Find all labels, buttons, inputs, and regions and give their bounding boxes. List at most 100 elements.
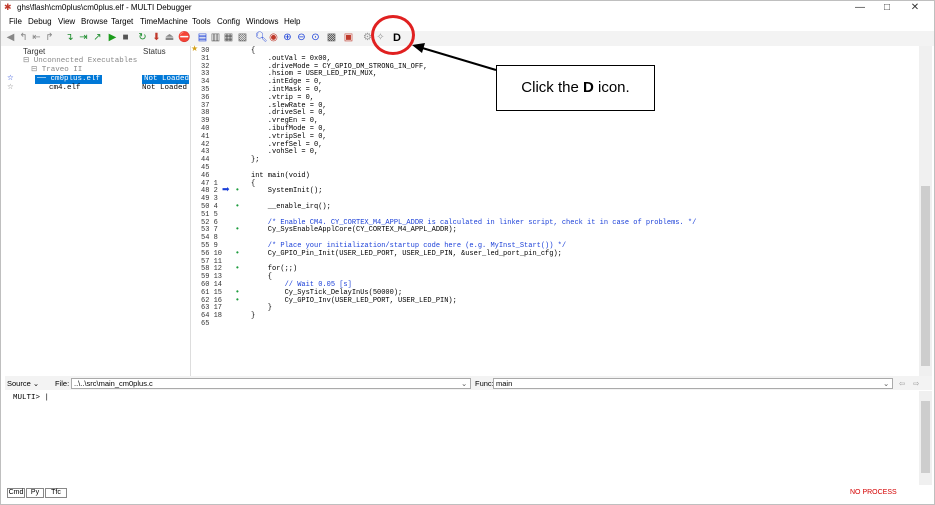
- close-button[interactable]: ✕: [901, 1, 929, 15]
- menu-target[interactable]: Target: [111, 17, 133, 27]
- target-row[interactable]: ⊟ Unconnected Executables: [5, 57, 191, 66]
- tab-tfc[interactable]: Tfc: [45, 488, 67, 498]
- title-bar: ✱ ghs\flash\cm0plus\cm0plus.elf - MULTI …: [1, 1, 934, 15]
- col-target-header[interactable]: Target: [23, 47, 45, 56]
- file-field[interactable]: ..\..\src\main_cm0plus.c: [71, 378, 471, 389]
- memory-icon[interactable]: ▣: [343, 32, 354, 44]
- code-line: };: [251, 156, 260, 165]
- source-bar: Source ⌄ File: ..\..\src\main_cm0plus.c …: [5, 376, 932, 390]
- target-row[interactable]: ⊟ Traveo II: [5, 66, 191, 75]
- instruction-callout: Click the D icon.: [496, 65, 655, 111]
- callout-prefix: Click the: [521, 79, 583, 96]
- cmd-prompt: MULTI> |: [13, 394, 50, 402]
- toolbar: ◀ ↰ ⇤ ↱ ↴ ⇥ ↗ ▶ ■ ↻ ⬇ ⏏ ⛔ ▤ ▥ ▦ ▧ 🔍︎ ◉ ⊕…: [1, 31, 934, 46]
- target-name: ⊟ Traveo II: [31, 66, 83, 74]
- source-view-icon[interactable]: ▤: [197, 32, 208, 44]
- target-row-selected[interactable]: ☆ ── cm0plus.elf Not Loaded: [5, 75, 191, 84]
- func-field[interactable]: main: [493, 378, 893, 389]
- step-over-icon[interactable]: ⇥: [78, 32, 89, 44]
- nav-forward-icon[interactable]: ⇨: [913, 378, 919, 389]
- halt-icon[interactable]: ■: [120, 32, 131, 44]
- breakpoints-list-icon[interactable]: ▧: [237, 32, 248, 44]
- star-icon[interactable]: ☆: [7, 75, 14, 84]
- target-name-text: cm0plus.elf: [50, 75, 101, 83]
- scrollbar-thumb[interactable]: [921, 186, 930, 366]
- breakpoint-marker-icon[interactable]: •: [235, 203, 240, 211]
- run-icon[interactable]: ▶: [107, 32, 118, 44]
- zoom-in-icon[interactable]: ⊕: [282, 32, 293, 44]
- step-out-icon[interactable]: ↱: [44, 32, 55, 44]
- cmd-prompt-text: MULTI>: [13, 394, 41, 402]
- restart-icon[interactable]: ↻: [137, 32, 148, 44]
- menu-file[interactable]: File: [9, 17, 22, 27]
- target-name: ── cm0plus.elf: [35, 75, 103, 84]
- window-title: ghs\flash\cm0plus\cm0plus.elf - MULTI De…: [17, 3, 192, 12]
- source-select[interactable]: Source ⌄: [7, 378, 51, 389]
- star-icon[interactable]: ☆: [7, 84, 14, 93]
- chevron-down-icon[interactable]: ⌄: [883, 378, 889, 389]
- code-line: int main(void): [251, 171, 310, 180]
- breakpoint-icon[interactable]: ⛔: [178, 32, 190, 44]
- scrollbar-thumb[interactable]: [921, 401, 930, 473]
- menu-timemachine[interactable]: TimeMachine: [140, 17, 188, 27]
- nav-back-icon[interactable]: ⇦: [899, 378, 905, 389]
- command-pane[interactable]: MULTI> |: [5, 391, 919, 485]
- col-status-header[interactable]: Status: [143, 47, 166, 56]
- source-select-label: Source: [7, 379, 31, 388]
- breakpoint-marker-icon[interactable]: •: [235, 296, 240, 305]
- chevron-down-icon[interactable]: ⌄: [461, 378, 467, 389]
- menu-config[interactable]: Config: [217, 17, 240, 27]
- back-icon[interactable]: ◀: [5, 32, 16, 44]
- minimize-button[interactable]: —: [846, 1, 874, 15]
- step-into-icon[interactable]: ↴: [64, 32, 75, 44]
- step-back-icon[interactable]: ↰: [18, 32, 29, 44]
- current-line-arrow-icon: ➡: [222, 185, 230, 196]
- breakpoint-marker-icon[interactable]: •: [235, 187, 240, 195]
- registers-icon[interactable]: ▩: [326, 32, 337, 44]
- connect-icon[interactable]: ⏏: [164, 32, 175, 44]
- code-line: __enable_irq();: [251, 203, 331, 211]
- tab-cmd[interactable]: Cmd: [7, 488, 25, 498]
- breakpoint-marker-icon[interactable]: •: [235, 249, 240, 258]
- step-return-icon[interactable]: ↗: [92, 32, 103, 44]
- menu-browse[interactable]: Browse: [81, 17, 108, 27]
- menu-view[interactable]: View: [58, 17, 75, 27]
- code-line: SystemInit();: [251, 187, 323, 196]
- target-row[interactable]: ☆ cm4.elf Not Loaded: [5, 84, 191, 93]
- code-line: }: [251, 312, 256, 321]
- find-stop-icon[interactable]: ◉: [268, 32, 279, 44]
- code-line: Cy_SysEnableApplCore(CY_CORTEX_M4_APPL_A…: [251, 226, 457, 235]
- bookmark-icon[interactable]: ★: [191, 46, 198, 54]
- download-icon[interactable]: ⬇: [151, 32, 162, 44]
- zoom-out-icon[interactable]: ⊖: [296, 32, 307, 44]
- breakpoint-marker-icon[interactable]: •: [235, 226, 240, 234]
- mixed-view-icon[interactable]: ▦: [223, 32, 234, 44]
- search-icon[interactable]: 🔍︎: [255, 32, 268, 44]
- source-scrollbar[interactable]: [919, 46, 932, 376]
- command-scrollbar[interactable]: [919, 391, 932, 485]
- app-icon: ✱: [4, 2, 12, 12]
- func-label: Func:: [475, 379, 494, 388]
- return-icon[interactable]: ⇤: [31, 32, 42, 44]
- maximize-button[interactable]: □: [873, 1, 901, 15]
- target-name: ⊟ Unconnected Executables: [23, 57, 138, 65]
- menu-bar: File Debug View Browse Target TimeMachin…: [1, 16, 934, 30]
- process-status: NO PROCESS: [850, 489, 897, 496]
- code-line: .vohSel = 0,: [251, 148, 319, 157]
- menu-debug[interactable]: Debug: [28, 17, 52, 27]
- target-status: Not Loaded: [142, 84, 188, 92]
- zoom-icon[interactable]: ⊙: [310, 32, 321, 44]
- menu-help[interactable]: Help: [284, 17, 300, 27]
- line-number-gutter[interactable]: 30 31 32 33 34 35 36 37 38 39 40 41 42 43 44 45 46 47 1 48…: [191, 46, 241, 376]
- callout-suffix: icon.: [593, 79, 630, 96]
- assembly-view-icon[interactable]: ▥: [210, 32, 221, 44]
- target-pane: Target Status ⊟ Unconnected Executables …: [5, 46, 191, 376]
- file-label: File:: [55, 379, 70, 388]
- tab-py[interactable]: Py: [26, 488, 44, 498]
- bottom-tabs: Cmd Py Tfc NO PROCESS: [5, 487, 932, 499]
- breakpoint-marker-icon[interactable]: •: [235, 265, 240, 273]
- menu-windows[interactable]: Windows: [246, 17, 278, 27]
- menu-tools[interactable]: Tools: [192, 17, 211, 27]
- line-number: 65: [201, 320, 210, 328]
- callout-bold: D: [582, 79, 594, 96]
